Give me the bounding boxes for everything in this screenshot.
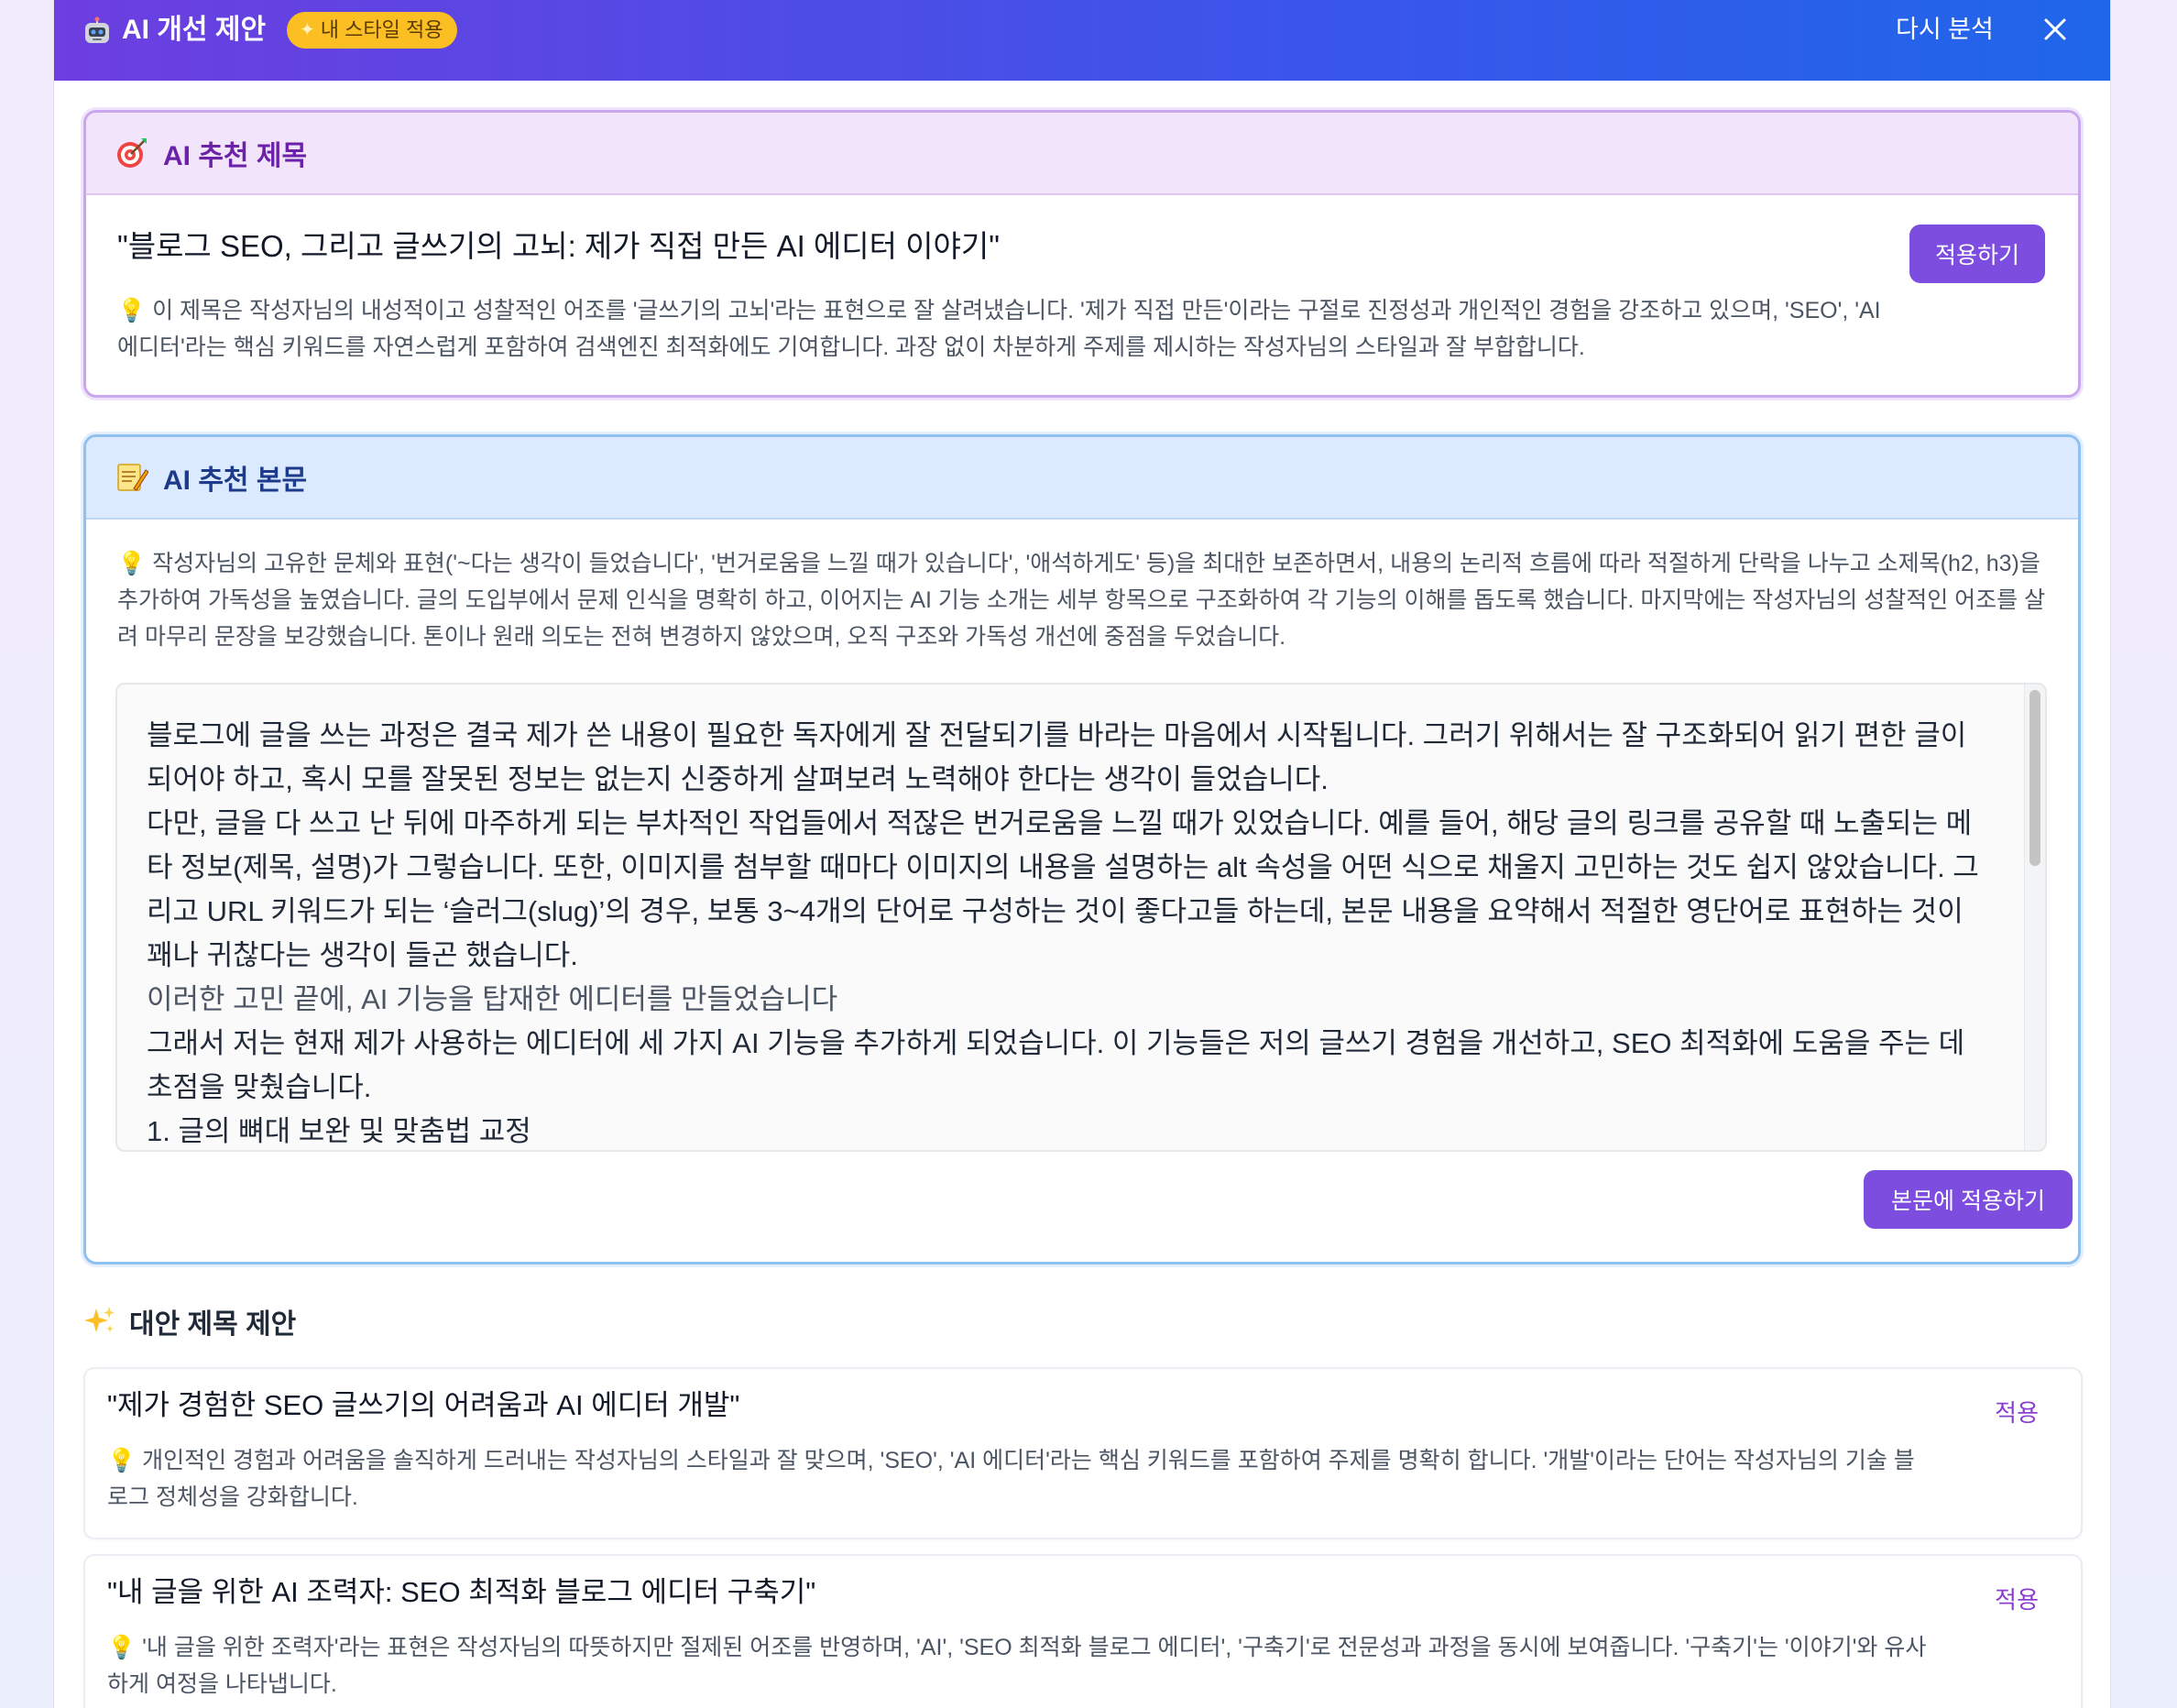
panel-title: AI 개선 제안 [122,15,267,45]
alternative-title-card: "제가 경험한 SEO 글쓰기의 어려움과 AI 에디터 개발" 💡 개인적인 … [83,1367,2083,1539]
recommended-title-header: AI 추천 제목 [86,113,2078,195]
style-badge-label: 내 스타일 적용 [320,18,443,41]
alternative-title-reason: 💡 '내 글을 위한 조력자'라는 표현은 작성자님의 따뜻하지만 절제된 어조… [107,1629,1931,1703]
apply-alternative-button[interactable]: 적용 [1995,1395,2039,1429]
recommended-body-header: AI 추천 본문 [86,437,2078,520]
body-preview-editor[interactable]: 블로그에 글을 쓰는 과정은 결국 제가 쓴 내용이 필요한 독자에게 잘 전달… [115,683,2047,1152]
recommended-title-text: "블로그 SEO, 그리고 글쓰기의 고뇌: 제가 직접 만든 AI 에디터 이… [117,229,1000,263]
reanalyze-button[interactable]: 다시 분석 [1896,11,1994,48]
recommended-body-reason: 💡 작성자님의 고유한 문체와 표현('~다는 생각이 들었습니다', '번거로… [117,545,2060,655]
apply-alternative-button[interactable]: 적용 [1995,1582,2039,1615]
memo-icon [117,464,148,491]
lightbulb-icon: 💡 [117,298,147,323]
ai-suggestion-panel: AI 개선 제안 ✦ 내 스타일 적용 다시 분석 AI 추천 제목 "블로그 … [53,0,2111,1708]
recommended-title-reason: 💡 이 제목은 작성자님의 내성적이고 성찰적인 어조를 '글쓰기의 고뇌'라는… [117,292,1904,366]
body-subheading: 이러한 고민 끝에, AI 기능을 탑재한 에디터를 만들었습니다 [147,983,838,1015]
alternative-title-reason-text: 개인적인 경험과 어려움을 솔직하게 드러내는 작성자님의 스타일과 잘 맞으며… [107,1448,1915,1510]
sparkles-icon [84,1307,115,1332]
apply-title-button[interactable]: 적용하기 [1909,224,2045,283]
recommended-title-heading: AI 추천 제목 [163,141,308,171]
body-paragraph: 그래서 저는 현재 제가 사용하는 에디터에 세 가지 AI 기능을 추가하게 … [147,1027,1965,1103]
recommended-body-card: AI 추천 본문 💡 작성자님의 고유한 문체와 표현('~다는 생각이 들었습… [83,434,2081,1265]
recommended-body-reason-text: 작성자님의 고유한 문체와 표현('~다는 생각이 들었습니다', '번거로움을… [117,551,2046,650]
close-icon[interactable] [2039,13,2072,46]
lightbulb-icon: 💡 [117,551,147,576]
alternative-title-text: "내 글을 위한 AI 조력자: SEO 최적화 블로그 에디터 구축기" [107,1576,816,1608]
recommended-body-heading: AI 추천 본문 [163,465,308,496]
alternative-title-reason-text: '내 글을 위한 조력자'라는 표현은 작성자님의 따뜻하지만 절제된 어조를 … [107,1635,1927,1697]
body-paragraph: 다만, 글을 다 쓰고 난 뒤에 마주하게 되는 부차적인 작업들에서 적잖은 … [147,807,1979,971]
lightbulb-icon: 💡 [107,1635,137,1660]
alternative-titles-heading: 대안 제목 제안 [83,1301,296,1341]
lightbulb-icon: 💡 [107,1448,137,1473]
panel-header: AI 개선 제안 ✦ 내 스타일 적용 다시 분석 [54,0,2110,81]
recommended-title-card: AI 추천 제목 "블로그 SEO, 그리고 글쓰기의 고뇌: 제가 직접 만든… [83,110,2081,398]
apply-body-button[interactable]: 본문에 적용하기 [1864,1170,2073,1229]
alternative-title-text: "제가 경험한 SEO 글쓰기의 어려움과 AI 에디터 개발" [107,1389,740,1421]
editor-scrollbar-thumb[interactable] [2029,690,2040,866]
recommended-title-reason-text: 이 제목은 작성자님의 내성적이고 성찰적인 어조를 '글쓰기의 고뇌'라는 표… [117,298,1881,360]
alternative-titles-label: 대안 제목 제안 [129,1309,297,1340]
body-preview-content: 블로그에 글을 쓰는 과정은 결국 제가 쓴 내용이 필요한 독자에게 잘 전달… [147,714,1988,1150]
sparkles-icon: ✦ [300,20,315,40]
editor-scrollbar[interactable] [2024,684,2045,1150]
robot-icon [85,16,109,43]
target-icon [117,138,147,168]
body-subheading: 1. 글의 뼈대 보완 및 맞춤법 교정 [147,1115,531,1147]
alternative-title-card: "내 글을 위한 AI 조력자: SEO 최적화 블로그 에디터 구축기" 💡 … [83,1554,2083,1708]
style-badge: ✦ 내 스타일 적용 [287,12,458,49]
body-paragraph: 블로그에 글을 쓰는 과정은 결국 제가 쓴 내용이 필요한 독자에게 잘 전달… [147,719,1967,795]
alternative-title-reason: 💡 개인적인 경험과 어려움을 솔직하게 드러내는 작성자님의 스타일과 잘 맞… [107,1442,1931,1516]
